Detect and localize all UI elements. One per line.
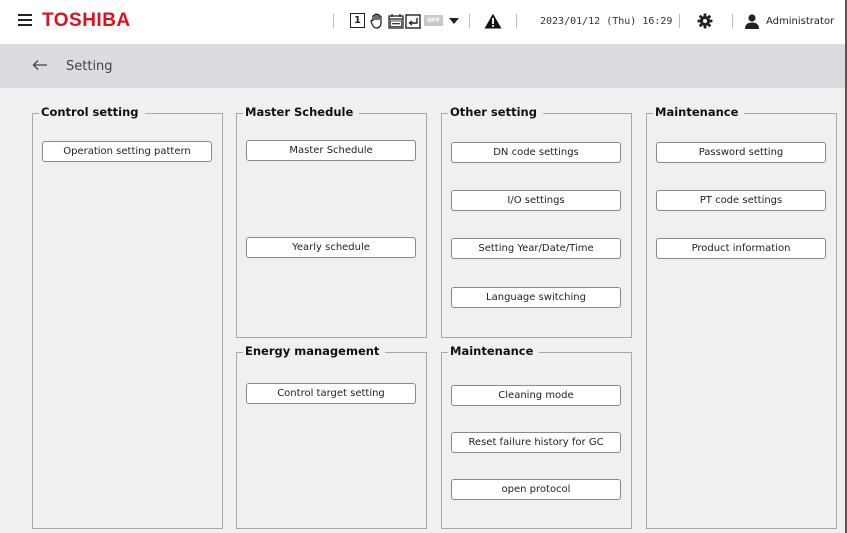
operation-setting-pattern-button[interactable]: Operation setting pattern [42,141,212,162]
brand-logo: TOSHIBA [42,10,131,31]
divider [333,14,334,28]
group-master-schedule: Master Schedule Master Schedule Yearly s… [236,105,427,338]
language-switching-button[interactable]: Language switching [451,287,621,308]
group-title: Maintenance [653,105,745,119]
back-arrow-icon[interactable] [32,59,48,74]
dropdown-icon[interactable] [449,12,459,29]
gear-icon[interactable] [697,12,713,29]
dn-code-settings-button[interactable]: DN code settings [451,142,621,163]
setting-year-date-time-button[interactable]: Setting Year/Date/Time [451,238,621,259]
group-energy-management: Energy management Control target setting [236,344,427,529]
pt-code-settings-button[interactable]: PT code settings [656,190,826,211]
breadcrumb: Setting [0,45,847,88]
reset-failure-history-button[interactable]: Reset failure history for GC [451,432,621,453]
group-title: Maintenance [448,344,540,358]
open-protocol-button[interactable]: open protocol [451,479,621,500]
return-icon[interactable] [405,12,421,29]
group-title: Control setting [39,105,145,119]
top-bar: TOSHIBA 1 OFF 2023/01/12 (Thu) 16:29 Adm… [0,0,847,45]
user-name[interactable]: Administrator [766,16,834,27]
user-icon[interactable] [744,12,760,29]
group-maintenance-right: Maintenance Password setting PT code set… [646,105,837,529]
divider [469,14,470,28]
group-title: Master Schedule [243,105,360,119]
menu-icon[interactable] [18,13,32,27]
divider [516,14,517,28]
warning-icon[interactable] [484,12,502,29]
io-settings-button[interactable]: I/O settings [451,190,621,211]
group-control-setting: Control setting Operation setting patter… [32,105,223,529]
control-target-setting-button[interactable]: Control target setting [246,383,416,404]
schedule-off-icon[interactable] [388,12,404,29]
product-information-button[interactable]: Product information [656,238,826,259]
group-title: Other setting [448,105,543,119]
group-title: Energy management [243,344,386,358]
password-setting-button[interactable]: Password setting [656,142,826,163]
divider [732,14,733,28]
cleaning-mode-button[interactable]: Cleaning mode [451,385,621,406]
group-maintenance-middle: Maintenance Cleaning mode Reset failure … [441,344,632,529]
master-schedule-button[interactable]: Master Schedule [246,140,416,161]
page-title: Setting [66,59,113,74]
hand-icon[interactable] [370,12,384,29]
off-badge: OFF [424,12,443,29]
group-other-setting: Other setting DN code settings I/O setti… [441,105,632,338]
yearly-schedule-button[interactable]: Yearly schedule [246,237,416,258]
date-time: 2023/01/12 (Thu) 16:29 [540,16,673,27]
unit-number-icon[interactable]: 1 [350,12,365,29]
divider [679,14,680,28]
